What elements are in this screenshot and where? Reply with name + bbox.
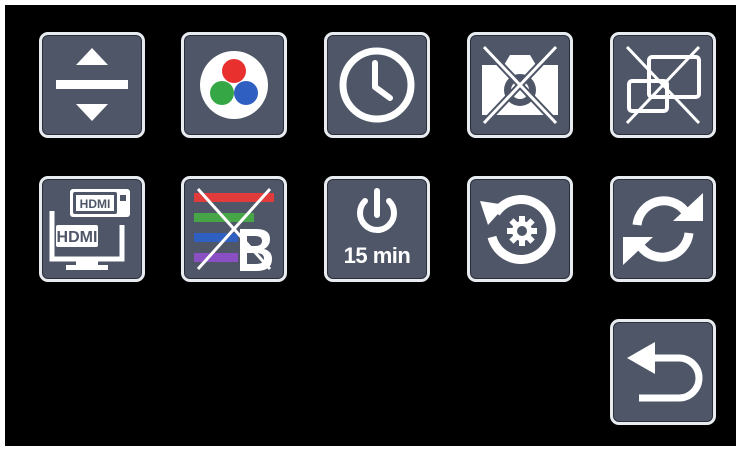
color-settings-button[interactable] [181,32,287,138]
hdmi-monitor-label: HDMI [57,229,98,246]
picture-in-picture-disabled-button[interactable] [610,32,716,138]
screens-crossed-icon [625,45,701,125]
clock-settings-button[interactable] [324,32,430,138]
hdmi-input-button[interactable]: HDMI HDMI [39,176,145,282]
brightness-adjust-button[interactable] [39,32,145,138]
back-icon [627,342,703,402]
hdmi-input-icon: HDMI HDMI [49,189,130,270]
back-button[interactable] [610,319,716,425]
up-down-arrows-icon [56,48,128,121]
refresh-button[interactable] [610,176,716,282]
color-bars-crossed-icon [194,187,274,271]
reset-settings-icon [480,195,556,264]
rgb-color-circles-icon [200,51,268,119]
hdmi-plug-label: HDMI [80,197,111,211]
refresh-icon [623,193,703,265]
clock-icon [339,47,415,123]
color-bars-disabled-button[interactable] [181,176,287,282]
menu-screen: HDMI HDMI 15 min [5,5,736,446]
sleep-timer-label: 15 min [343,243,411,268]
sleep-timer-button[interactable]: 15 min [324,176,430,282]
camera-disabled-button[interactable] [467,32,573,138]
camera-crossed-icon [481,44,559,126]
reset-settings-button[interactable] [467,176,573,282]
